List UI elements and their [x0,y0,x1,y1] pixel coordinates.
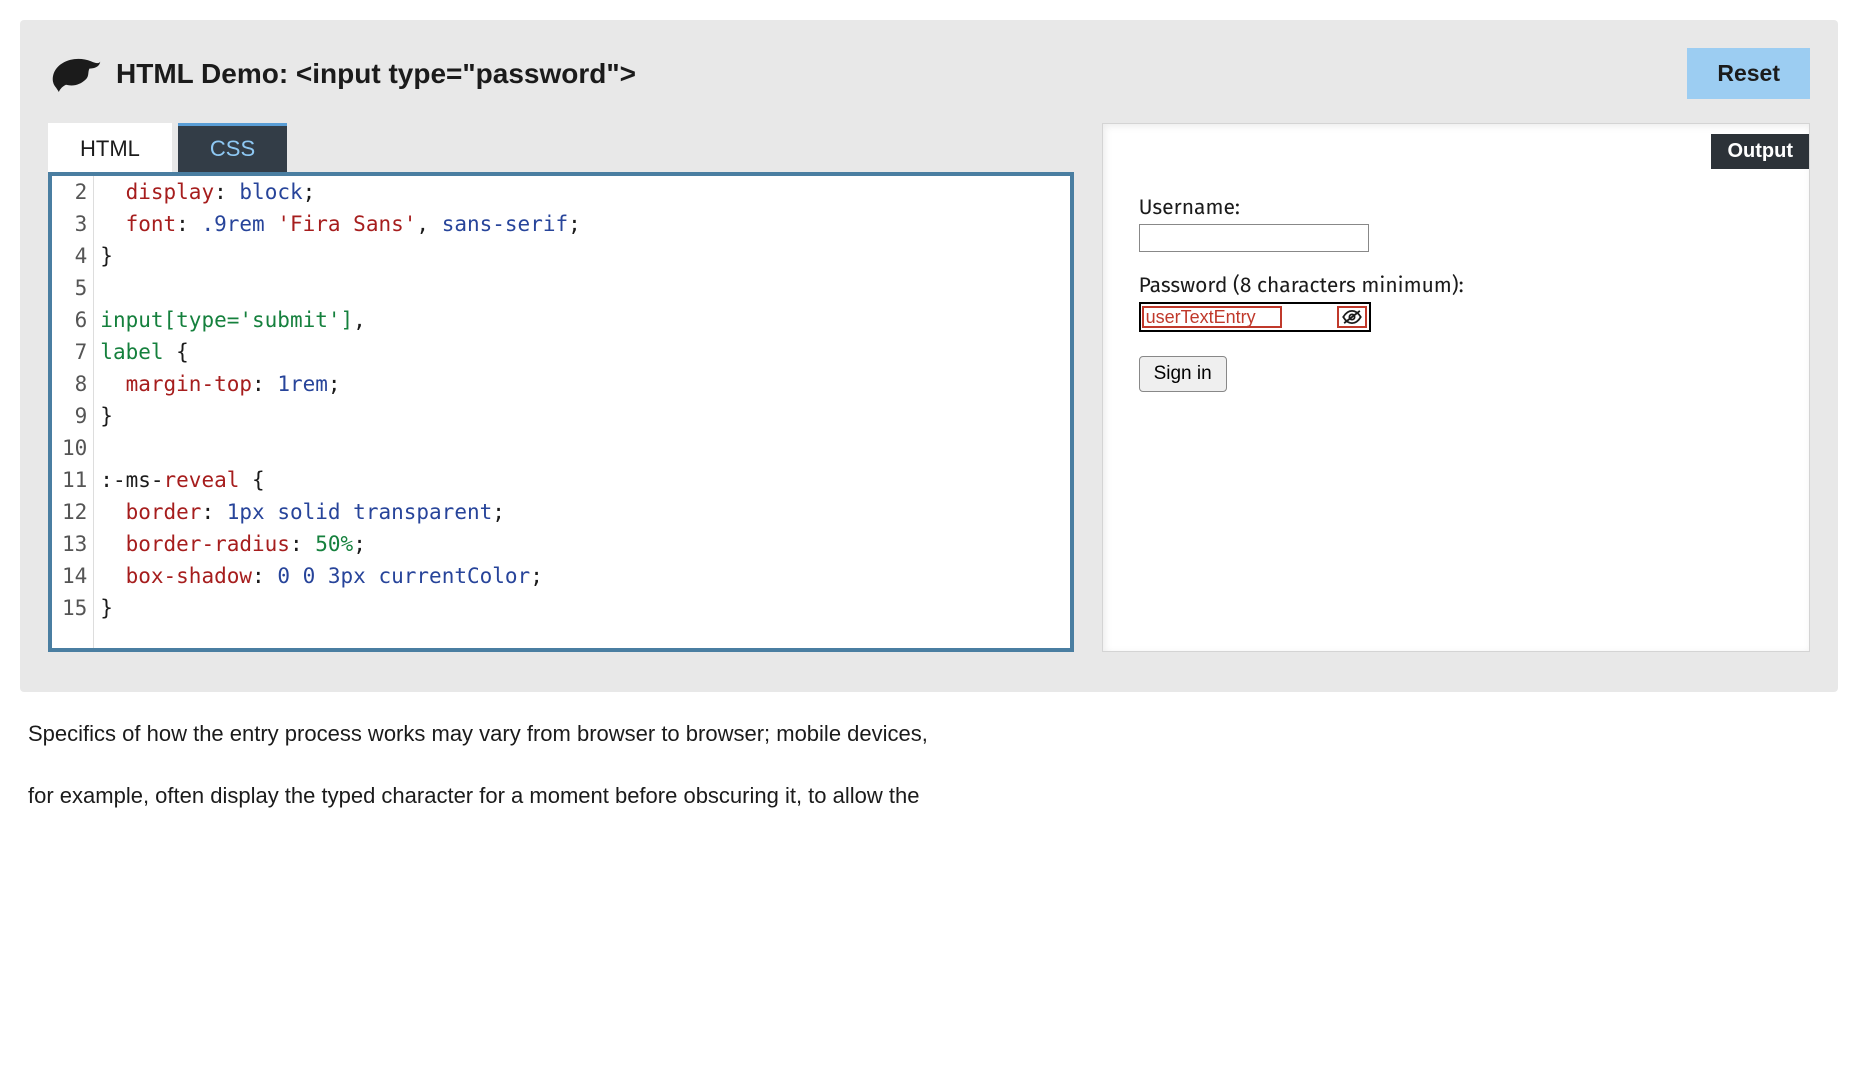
line-number: 4 [62,240,87,272]
username-input[interactable] [1139,224,1369,252]
code-line[interactable]: display: block; [100,176,1069,208]
demo-header: HTML Demo: <input type="password"> Reset [48,48,1810,99]
tab-html[interactable]: HTML [48,123,172,172]
line-number: 12 [62,496,87,528]
code-line[interactable] [100,272,1069,304]
dino-logo-icon [48,52,102,96]
demo-body: HTML CSS 23456789101112131415 display: b… [48,123,1810,652]
code-line[interactable]: border: 1px solid transparent; [100,496,1069,528]
article-paragraph-2: for example, often display the typed cha… [28,774,1830,818]
line-number: 6 [62,304,87,336]
code-line[interactable]: } [100,240,1069,272]
output-badge: Output [1711,134,1809,169]
line-number: 11 [62,464,87,496]
line-number: 2 [62,176,87,208]
code-line[interactable]: border-radius: 50%; [100,528,1069,560]
line-number: 7 [62,336,87,368]
editor-column: HTML CSS 23456789101112131415 display: b… [48,123,1074,652]
line-number: 14 [62,560,87,592]
code-line[interactable]: input[type='submit'], [100,304,1069,336]
line-number: 5 [62,272,87,304]
password-input[interactable] [1142,306,1282,328]
code-content[interactable]: display: block; font: .9rem 'Fira Sans',… [94,176,1069,648]
code-line[interactable] [100,432,1069,464]
username-label: Username: [1139,194,1773,220]
editor-tabs: HTML CSS [48,123,1074,172]
line-number: 13 [62,528,87,560]
line-number: 9 [62,400,87,432]
line-number: 8 [62,368,87,400]
reset-button[interactable]: Reset [1687,48,1810,99]
output-panel: Output Username: Password (8 characters … [1102,123,1810,652]
password-reveal-icon[interactable] [1337,306,1367,328]
line-number-gutter: 23456789101112131415 [52,176,94,648]
article-paragraph-1: Specifics of how the entry process works… [28,712,1830,756]
code-line[interactable]: } [100,592,1069,624]
code-line[interactable]: } [100,400,1069,432]
line-number: 3 [62,208,87,240]
line-number: 15 [62,592,87,624]
tab-css[interactable]: CSS [178,123,287,172]
demo-container: HTML Demo: <input type="password"> Reset… [20,20,1838,692]
code-line[interactable]: font: .9rem 'Fira Sans', sans-serif; [100,208,1069,240]
code-line[interactable]: :-ms-reveal { [100,464,1069,496]
demo-title-group: HTML Demo: <input type="password"> [48,52,636,96]
code-line[interactable]: label { [100,336,1069,368]
password-label: Password (8 characters minimum): [1139,272,1773,298]
code-line[interactable]: margin-top: 1rem; [100,368,1069,400]
line-number: 10 [62,432,87,464]
sign-in-button[interactable]: Sign in [1139,356,1227,392]
code-editor[interactable]: 23456789101112131415 display: block; fon… [48,172,1074,652]
code-line[interactable]: box-shadow: 0 0 3px currentColor; [100,560,1069,592]
demo-title: HTML Demo: <input type="password"> [116,58,636,90]
password-input-wrapper [1139,302,1371,332]
